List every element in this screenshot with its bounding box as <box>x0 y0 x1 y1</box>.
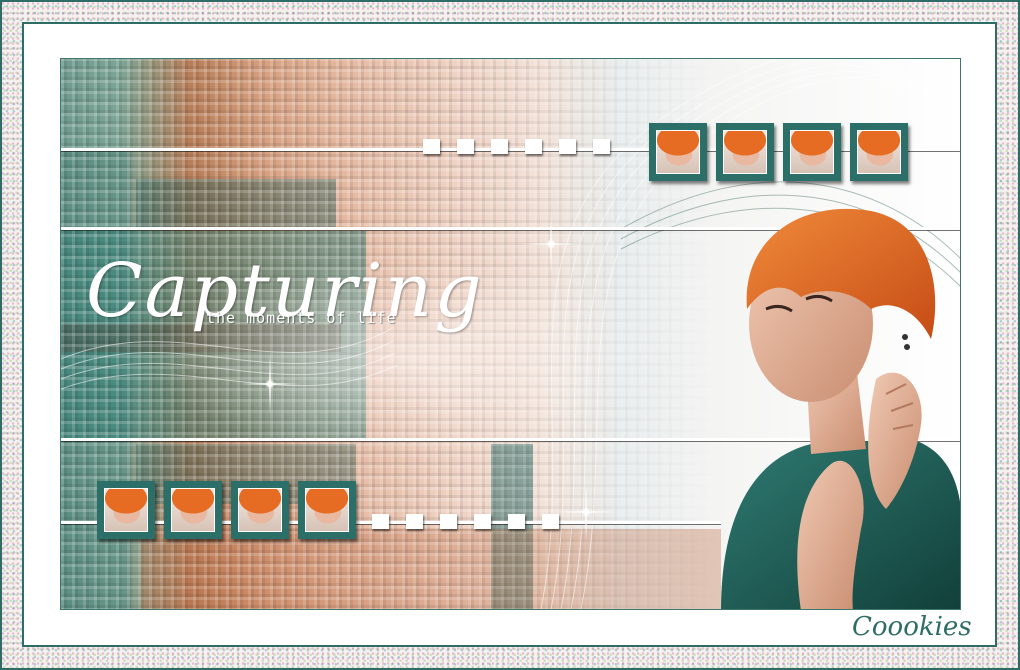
thumbnail <box>716 123 774 181</box>
top-squares <box>423 139 610 154</box>
square <box>542 514 559 529</box>
thumbnail <box>649 123 707 181</box>
square <box>372 514 389 529</box>
thumbnail-photo <box>171 488 215 532</box>
square <box>423 139 440 154</box>
thumbnail <box>97 481 155 539</box>
artwork-canvas: Capturing the moments of life <box>60 58 961 610</box>
thumbnail-photo <box>857 130 901 174</box>
thumbnail <box>298 481 356 539</box>
square <box>474 514 491 529</box>
sparkle-icon <box>240 379 300 389</box>
square <box>491 139 508 154</box>
thumbnail <box>231 481 289 539</box>
thumbnail <box>850 123 908 181</box>
square <box>457 139 474 154</box>
title-block: Capturing the moments of life <box>86 254 506 394</box>
square <box>593 139 610 154</box>
square <box>559 139 576 154</box>
artist-signature: Coookies <box>852 612 972 642</box>
thumbnail-photo <box>723 130 767 174</box>
thumbnail-photo <box>790 130 834 174</box>
thumbnail-photo <box>305 488 349 532</box>
thumbnail-photo <box>104 488 148 532</box>
thumbnail-photo <box>238 488 282 532</box>
sparkle-icon <box>521 239 581 249</box>
thumbnail-photo <box>656 130 700 174</box>
top-thumbnails <box>649 123 908 181</box>
woman-portrait <box>721 208 960 609</box>
sparkle-icon <box>556 507 616 517</box>
square <box>508 514 525 529</box>
square <box>406 514 423 529</box>
thumbnail <box>783 123 841 181</box>
thumbnail <box>164 481 222 539</box>
artwork-subtitle: the moments of life <box>206 309 397 327</box>
square <box>525 139 542 154</box>
square <box>440 514 457 529</box>
bottom-squares <box>372 514 559 529</box>
bottom-thumbnails <box>97 481 356 539</box>
